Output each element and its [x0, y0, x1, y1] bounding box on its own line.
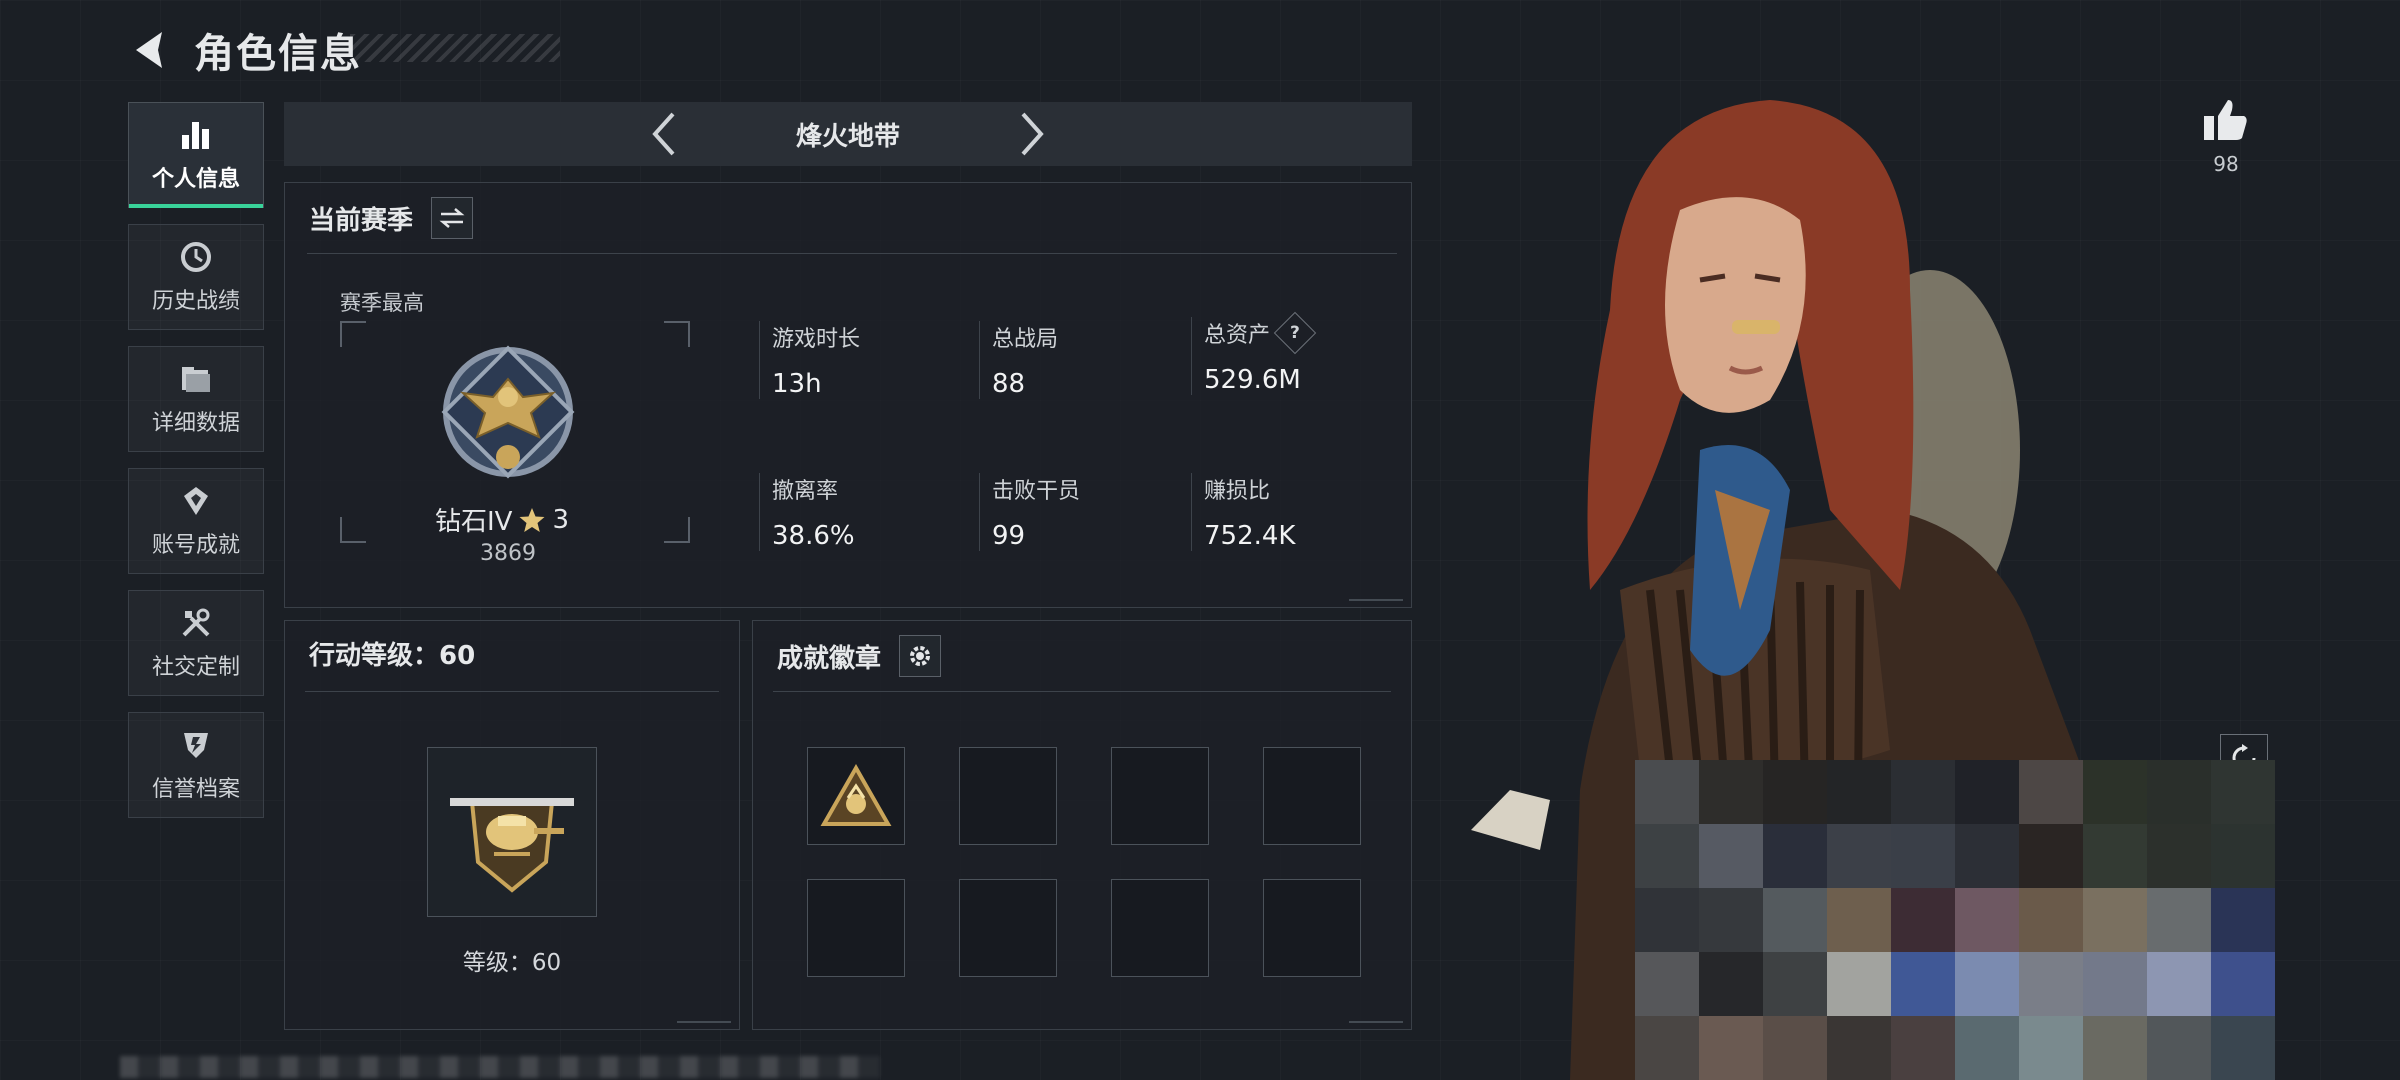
badge-settings-button[interactable]: [899, 635, 942, 677]
stat-total-matches: 总战局 88: [979, 321, 1058, 399]
badge-slot-1[interactable]: [807, 747, 905, 845]
rank-name: 钻石IV: [435, 507, 513, 537]
stat-label: 总战局: [992, 327, 1059, 352]
badge-slot-8[interactable]: [1263, 879, 1361, 977]
title-decoration: [350, 34, 560, 62]
stat-value: 529.6M: [1204, 365, 1301, 395]
badge-slot-2[interactable]: [959, 747, 1057, 845]
corner-decoration: [677, 1011, 731, 1023]
stat-label: 总资产: [1204, 323, 1271, 348]
badge-slot-6[interactable]: [959, 879, 1057, 977]
blurred-footer-text: [120, 1056, 880, 1078]
stat-value: 88: [992, 369, 1026, 399]
like-count: 98: [2213, 152, 2239, 176]
stat-total-assets: 总资产 ? 529.6M: [1191, 311, 1317, 395]
chevron-left-icon: [652, 112, 675, 156]
sidebar-item-personal-info[interactable]: 个人信息: [128, 102, 264, 208]
achievement-badges-panel: 成就徽章: [752, 620, 1412, 1030]
stat-label: 撤离率: [772, 479, 839, 504]
stat-value: 752.4K: [1204, 521, 1296, 551]
corner-decoration: [1349, 589, 1403, 601]
rank-points: 3869: [480, 541, 536, 566]
sidebar: 个人信息 历史战绩 详细数据 账号成就 社交定制 信誉档案: [128, 102, 266, 834]
level-label: 等级：60: [462, 950, 562, 976]
badges-panel-header: 成就徽章: [777, 635, 942, 677]
rank-stars: 3: [552, 504, 570, 535]
level-emblem-frame[interactable]: [427, 747, 597, 917]
sidebar-item-detailed-data[interactable]: 详细数据: [128, 346, 264, 452]
season-title: 当前赛季: [309, 205, 414, 236]
like-button[interactable]: 98: [2200, 96, 2252, 176]
corner-decoration: [1349, 1011, 1403, 1023]
badge-slot-5[interactable]: [807, 879, 905, 977]
badge-slot-4[interactable]: [1263, 747, 1361, 845]
divider: [773, 691, 1391, 692]
tools-icon: [178, 605, 214, 641]
rank-name-row: 钻石IV 3: [435, 501, 569, 538]
stat-label: 击败干员: [992, 479, 1081, 504]
sidebar-item-reputation[interactable]: 信誉档案: [128, 712, 264, 818]
helicopter-badge-icon: [450, 798, 574, 893]
sidebar-item-label: 个人信息: [151, 167, 240, 192]
action-level-panel: 行动等级：60 等级：60: [284, 620, 740, 1030]
sidebar-item-label: 历史战绩: [151, 289, 240, 314]
divider: [307, 253, 1397, 254]
sidebar-item-match-history[interactable]: 历史战绩: [128, 224, 264, 330]
swap-icon: [439, 208, 465, 228]
chevron-right-icon: [1021, 112, 1044, 156]
bar-chart-icon: [178, 117, 214, 153]
star-icon: [519, 507, 545, 532]
help-icon[interactable]: ?: [1273, 311, 1317, 355]
thumbs-up-icon: [2204, 100, 2247, 140]
back-button[interactable]: [128, 26, 172, 74]
mode-title: 烽火地带: [795, 121, 900, 152]
folder-icon: [178, 361, 214, 397]
back-arrow-icon: [136, 32, 162, 68]
previous-mode-button[interactable]: [638, 108, 690, 160]
badge-slot-3[interactable]: [1111, 747, 1209, 845]
sidebar-item-account-achievements[interactable]: 账号成就: [128, 468, 264, 574]
badges-title: 成就徽章: [777, 643, 882, 674]
level-panel-header: 行动等级：60: [309, 635, 475, 672]
pixelated-privacy-overlay: [1635, 760, 2275, 1080]
gear-icon: [910, 646, 931, 666]
triangle-badge-icon: [820, 764, 892, 826]
stat-label-row: 总资产 ?: [1204, 311, 1317, 355]
stat-label: 游戏时长: [772, 327, 861, 352]
achievement-icon: [178, 483, 214, 519]
sidebar-item-label: 信誉档案: [151, 777, 240, 802]
season-best-label: 赛季最高: [340, 291, 424, 315]
next-mode-button[interactable]: [1006, 108, 1058, 160]
header: 角色信息: [128, 20, 362, 80]
divider: [305, 691, 719, 692]
mode-selector: 烽火地带: [284, 102, 1412, 166]
sidebar-item-label: 社交定制: [151, 655, 240, 680]
switch-season-button[interactable]: [431, 197, 474, 239]
stat-value: 99: [992, 521, 1026, 551]
season-panel: 当前赛季 赛季最高 钻石IV 3 3869 游戏时长 13h 总战局 88 总资…: [284, 182, 1412, 608]
shield-icon: [178, 727, 214, 763]
sidebar-item-label: 详细数据: [151, 411, 240, 436]
stat-profit-loss-ratio: 赚损比 752.4K: [1191, 473, 1295, 551]
stat-label: 赚损比: [1204, 479, 1271, 504]
stat-value: 38.6%: [772, 521, 855, 551]
stat-value: 13h: [772, 369, 822, 399]
season-panel-header: 当前赛季: [309, 197, 474, 239]
rank-emblem-icon: [441, 345, 575, 479]
stat-play-time: 游戏时长 13h: [759, 321, 860, 399]
stat-operators-defeated: 击败干员 99: [979, 473, 1080, 551]
history-icon: [178, 239, 214, 275]
action-level-title: 行动等级：60: [309, 641, 476, 671]
stat-extraction-rate: 撤离率 38.6%: [759, 473, 855, 551]
sidebar-item-label: 账号成就: [151, 533, 240, 558]
badge-slot-7[interactable]: [1111, 879, 1209, 977]
sidebar-item-social-custom[interactable]: 社交定制: [128, 590, 264, 696]
page-title: 角色信息: [194, 31, 362, 77]
